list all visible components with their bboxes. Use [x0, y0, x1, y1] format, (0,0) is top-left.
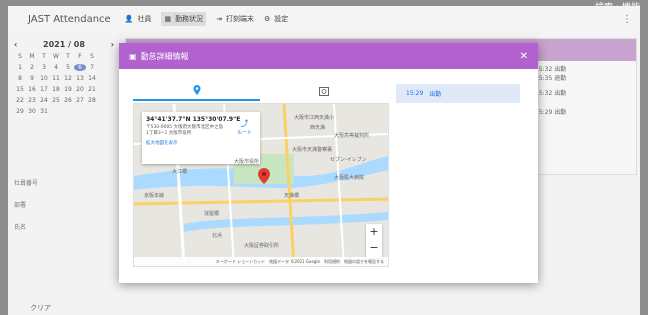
calendar-day[interactable]: 9	[26, 75, 38, 82]
calendar-day[interactable]: 21	[86, 86, 98, 93]
background-rows: 15:32 出勤 15:35 退勤 15:32 出勤 15:29 出勤	[535, 66, 567, 116]
weekday-label: S	[18, 53, 22, 60]
calendar-month: 2021 / 08	[43, 40, 85, 49]
weekday-label: F	[78, 53, 82, 60]
calendar-day[interactable]: 15	[14, 86, 26, 93]
map-footer: キーボード ショートカット 地図データ ©2021 Google 利用規約 地図…	[134, 257, 388, 266]
next-month-icon[interactable]: ›	[111, 40, 114, 49]
nav-employees[interactable]: 👤 社員	[125, 14, 152, 24]
calendar-day[interactable]: 18	[50, 86, 62, 93]
map-label: 大阪市天満警察署	[292, 147, 333, 153]
keyboard-shortcuts-link[interactable]: キーボード ショートカット	[216, 259, 265, 265]
map-label: 大阪医大病院	[334, 175, 365, 181]
directions-icon: ⤴	[240, 119, 249, 128]
terms-link[interactable]: 利用規約	[324, 259, 340, 265]
calendar-day[interactable]: 10	[38, 75, 50, 82]
tab-photo[interactable]	[260, 81, 387, 101]
image-icon	[318, 86, 329, 96]
map-label: セブン-イレブン	[330, 157, 367, 163]
calendar-day[interactable]: 1	[14, 64, 26, 71]
calendar: ‹ 2021 / 08 › S M T W T F S 1 2 3 4 5 6 7 8 9 10 11 12 13 14…	[14, 40, 114, 115]
map-label: 大阪市江西天満小	[294, 115, 335, 121]
calendar-day[interactable]: 14	[86, 75, 98, 82]
map-label: 京阪本線	[144, 193, 165, 199]
weekday-label: M	[29, 53, 35, 60]
calendar-day[interactable]: 27	[74, 97, 86, 104]
calendar-day[interactable]: 22	[14, 97, 26, 104]
name-field[interactable]: 氏名	[14, 222, 26, 231]
calendar-day[interactable]: 24	[38, 97, 50, 104]
weekday-label: S	[90, 53, 94, 60]
map-label: 大阪市役所	[234, 159, 260, 165]
calendar-day[interactable]: 26	[62, 97, 74, 104]
prev-month-icon[interactable]: ‹	[14, 40, 17, 49]
calendar-day[interactable]: 20	[74, 86, 86, 93]
tab-location[interactable]	[133, 81, 260, 101]
report-error-link[interactable]: 地図の誤りを報告する	[344, 259, 384, 265]
calendar-grid: S M T W T F S 1 2 3 4 5 6 7 8 9 10 11 12 13 14 15 16 17 18 19 20 21…	[14, 53, 114, 115]
location-marker-icon[interactable]	[258, 168, 270, 184]
modal-title: 勤怠詳細情報	[140, 51, 189, 61]
calendar-day[interactable]: 29	[14, 108, 26, 115]
weekday-label: W	[53, 53, 59, 60]
department-field[interactable]: 部署	[14, 200, 26, 209]
calendar-day[interactable]: 2	[26, 64, 38, 71]
calendar-day[interactable]: 3	[38, 64, 50, 71]
larger-map-link[interactable]: 拡大地図を表示	[146, 140, 256, 146]
calendar-day[interactable]: 25	[50, 97, 62, 104]
weekday-label: T	[66, 53, 70, 60]
calendar-day[interactable]: 12	[62, 75, 74, 82]
map-data-credit: 地図データ ©2021 Google	[269, 258, 320, 264]
calendar-day[interactable]: 30	[26, 108, 38, 115]
calendar-icon: ▦	[164, 15, 172, 23]
map-info-box: 34°41'37.7"N 135°30'07.9"E 〒530-0005 大阪府…	[142, 112, 260, 164]
user-icon: 👤	[124, 15, 134, 23]
more-menu-icon[interactable]: ⋮	[622, 14, 632, 25]
calendar-day[interactable]: 16	[26, 86, 38, 93]
zoom-controls: + −	[366, 224, 382, 258]
nav-terminal[interactable]: ⇥ 打刻端末	[216, 14, 254, 24]
app-bar: JAST Attendance 👤 社員 ▦ 勤務状況 ⇥ 打刻端末 ⚙ 設定 ⋮	[8, 6, 640, 32]
modal-tabs	[133, 81, 387, 101]
calendar-day[interactable]: 28	[86, 97, 98, 104]
calendar-day[interactable]: 23	[26, 97, 38, 104]
app-title: JAST Attendance	[28, 13, 111, 25]
location-pin-icon	[193, 85, 200, 95]
map-label: 大阪高等裁判所	[334, 133, 370, 139]
calendar-day[interactable]: 7	[86, 64, 98, 71]
attendance-entry[interactable]: 15:29 出勤	[396, 84, 520, 103]
modal-header: ▣ 勤怠詳細情報 ✕	[119, 43, 538, 69]
calendar-day[interactable]: 11	[50, 75, 62, 82]
calendar-day[interactable]: 13	[74, 75, 86, 82]
zoom-out-button[interactable]: −	[366, 240, 382, 256]
calendar-day[interactable]: 8	[14, 75, 26, 82]
map-label: 北浜	[212, 233, 223, 239]
terminal-icon: ⇥	[216, 15, 222, 23]
close-icon[interactable]: ✕	[520, 51, 528, 62]
calendar-icon: ▣	[129, 51, 137, 61]
clear-button[interactable]: クリア	[30, 303, 51, 313]
calendar-day[interactable]: 6	[74, 64, 86, 71]
attendance-detail-modal: ▣ 勤怠詳細情報 ✕ 34°41'37.7"N 135°30'07.9"E 〒5…	[119, 43, 538, 283]
nav-settings[interactable]: ⚙ 設定	[264, 14, 288, 24]
map-view[interactable]: 34°41'37.7"N 135°30'07.9"E 〒530-0005 大阪府…	[133, 103, 389, 267]
route-button[interactable]: ⤴ ルート	[237, 118, 252, 136]
map-label: 大阪証券取引所	[244, 243, 280, 249]
calendar-day[interactable]: 17	[38, 86, 50, 93]
calendar-day[interactable]: 31	[38, 108, 50, 115]
map-label: 淀屋橋	[204, 211, 220, 217]
calendar-day[interactable]: 4	[50, 64, 62, 71]
calendar-day[interactable]: 5	[62, 64, 74, 71]
calendar-day[interactable]: 19	[62, 86, 74, 93]
map-label: 西天満	[310, 125, 326, 131]
zoom-in-button[interactable]: +	[366, 224, 382, 240]
weekday-label: T	[42, 53, 46, 60]
gear-icon: ⚙	[263, 15, 271, 23]
employee-no-field[interactable]: 社員番号	[14, 178, 38, 187]
map-label: 大江橋	[172, 169, 188, 175]
map-label: 天満橋	[284, 193, 300, 199]
nav-attendance[interactable]: ▦ 勤務状況	[161, 12, 207, 26]
